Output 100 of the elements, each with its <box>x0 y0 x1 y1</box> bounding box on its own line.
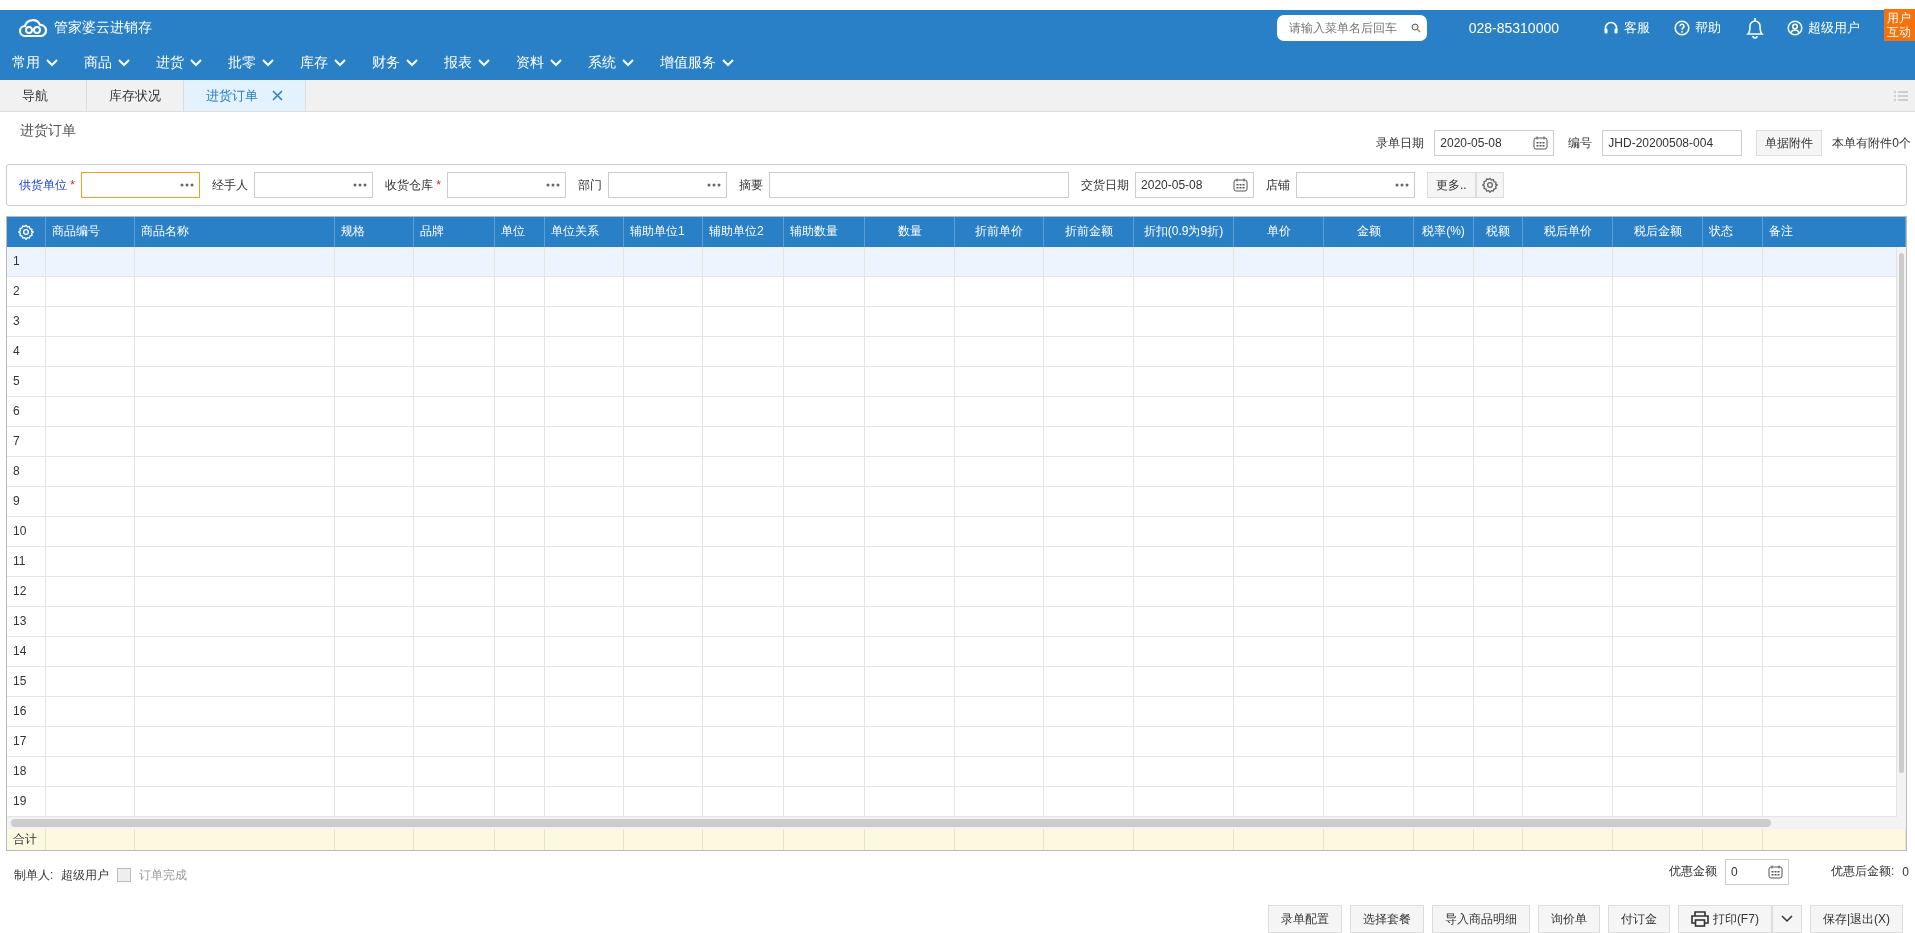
picker-field[interactable] <box>608 172 728 199</box>
table-row[interactable]: 17 <box>7 726 1897 757</box>
column-header[interactable]: 商品名称 <box>135 216 335 247</box>
table-row[interactable]: 12 <box>7 576 1897 607</box>
ellipsis-icon[interactable] <box>353 183 367 188</box>
action-button[interactable]: 询价单 <box>1537 905 1600 933</box>
action-button[interactable]: 导入商品明细 <box>1431 905 1530 933</box>
date-field[interactable]: 2020-05-08 <box>1434 130 1555 157</box>
table-row[interactable]: 1 <box>7 246 1897 277</box>
column-header[interactable]: 状态 <box>1703 216 1763 247</box>
menu-item[interactable]: 进货 <box>156 53 202 72</box>
help-link[interactable]: 帮助 <box>1674 18 1721 37</box>
support-link[interactable]: 客服 <box>1603 18 1650 37</box>
menu-item[interactable]: 常用 <box>12 53 58 72</box>
menu-item[interactable]: 库存 <box>300 53 346 72</box>
ellipsis-icon[interactable] <box>546 183 561 188</box>
action-button[interactable]: 选择套餐 <box>1349 905 1424 933</box>
table-row[interactable]: 14 <box>7 636 1897 667</box>
action-button[interactable]: 录单配置 <box>1267 905 1342 933</box>
table-row[interactable]: 2 <box>7 276 1897 307</box>
row-number: 6 <box>13 404 20 419</box>
picker-field[interactable] <box>1296 172 1416 199</box>
number-field[interactable]: JHD-20200508-004 <box>1602 130 1743 157</box>
field-label: 经手人 <box>212 176 248 194</box>
column-header[interactable]: 折扣(0.9为9折) <box>1134 216 1234 247</box>
table-row[interactable]: 9 <box>7 486 1897 517</box>
date-field[interactable]: 2020-05-08 <box>1135 172 1255 199</box>
action-button[interactable]: 保存|退出(X) <box>1809 905 1903 933</box>
calendar-icon[interactable] <box>1533 136 1549 151</box>
menu-item[interactable]: 资料 <box>516 53 562 72</box>
tab[interactable]: 导航 <box>0 80 87 112</box>
column-header[interactable]: 单位关系 <box>545 216 624 247</box>
column-header[interactable]: 品牌 <box>414 216 495 247</box>
ellipsis-icon[interactable] <box>707 183 722 188</box>
column-header[interactable]: 备注 <box>1763 216 1906 247</box>
menu-item[interactable]: 增值服务 <box>660 53 734 72</box>
action-button[interactable]: 付订金 <box>1607 905 1670 933</box>
menu-item[interactable]: 商品 <box>84 53 130 72</box>
input-field[interactable] <box>769 172 1070 199</box>
table-row[interactable]: 5 <box>7 366 1897 397</box>
close-icon[interactable] <box>272 90 283 102</box>
table-row[interactable]: 11 <box>7 546 1897 577</box>
table-row[interactable]: 8 <box>7 456 1897 487</box>
table-row[interactable]: 7 <box>7 426 1897 457</box>
column-header[interactable]: 数量 <box>865 216 955 247</box>
column-header[interactable]: 折前金额 <box>1044 216 1134 247</box>
column-header[interactable]: 辅助单位2 <box>703 216 784 247</box>
table-row[interactable]: 19 <box>7 786 1897 817</box>
menu-item[interactable]: 批零 <box>228 53 274 72</box>
menu-search-field[interactable]: 请输入菜单名后回车 <box>1276 14 1427 41</box>
table-row[interactable]: 10 <box>7 516 1897 547</box>
chevron-down-icon <box>334 58 346 67</box>
column-header[interactable]: 金额 <box>1324 216 1414 247</box>
column-header[interactable]: 商品编号 <box>46 216 135 247</box>
attachment-button[interactable]: 单据附件 <box>1756 130 1823 157</box>
column-header[interactable]: 税额 <box>1474 216 1523 247</box>
column-header[interactable]: 辅助单位1 <box>624 216 703 247</box>
picker-field[interactable] <box>254 172 373 199</box>
vertical-scrollbar[interactable] <box>1897 246 1906 817</box>
ellipsis-icon[interactable] <box>1395 183 1410 188</box>
column-header[interactable]: 单位 <box>495 216 545 247</box>
row-number: 2 <box>13 284 20 299</box>
print-options-button[interactable] <box>1771 905 1802 933</box>
column-header[interactable]: 税后单价 <box>1523 216 1613 247</box>
column-header[interactable]: 单价 <box>1234 216 1324 247</box>
column-header[interactable]: 折前单价 <box>955 216 1044 247</box>
table-row[interactable]: 4 <box>7 336 1897 367</box>
user-icon <box>1787 19 1803 36</box>
menu-item[interactable]: 财务 <box>372 53 418 72</box>
discount-field[interactable]: 0 <box>1724 858 1789 885</box>
menu-item[interactable]: 系统 <box>588 53 634 72</box>
row-number: 13 <box>13 614 27 629</box>
settings-button[interactable] <box>1475 172 1504 199</box>
more-button[interactable]: 更多.. <box>1427 172 1476 199</box>
picker-field[interactable] <box>81 172 200 199</box>
bell-icon[interactable] <box>1745 15 1765 40</box>
field-label: 交货日期 <box>1081 176 1130 194</box>
menu-item[interactable]: 报表 <box>444 53 490 72</box>
ellipsis-icon[interactable] <box>180 183 194 188</box>
row-number: 7 <box>13 434 20 449</box>
table-row[interactable]: 13 <box>7 606 1897 637</box>
table-row[interactable]: 18 <box>7 756 1897 787</box>
row-number: 19 <box>13 794 27 809</box>
calendar-icon[interactable] <box>1767 864 1783 879</box>
user-menu[interactable]: 超级用户 <box>1787 18 1860 37</box>
settings-icon[interactable] <box>1481 177 1498 194</box>
calendar-icon[interactable] <box>1233 178 1249 193</box>
picker-field[interactable] <box>447 172 567 199</box>
print-button[interactable]: 打印(F7) <box>1677 905 1772 933</box>
column-header[interactable]: 税率(%) <box>1414 216 1474 247</box>
table-row[interactable]: 6 <box>7 396 1897 427</box>
column-header[interactable]: 辅助数量 <box>784 216 865 247</box>
table-row[interactable]: 16 <box>7 696 1897 727</box>
table-row[interactable]: 3 <box>7 306 1897 337</box>
tab[interactable]: 进货订单 <box>184 80 306 112</box>
table-row[interactable]: 15 <box>7 666 1897 697</box>
user-interaction-badge[interactable]: 用户互动 <box>1884 9 1915 41</box>
chevron-down-icon <box>406 58 418 67</box>
column-header[interactable]: 规格 <box>335 216 414 247</box>
column-header[interactable]: 税后金额 <box>1613 216 1703 247</box>
